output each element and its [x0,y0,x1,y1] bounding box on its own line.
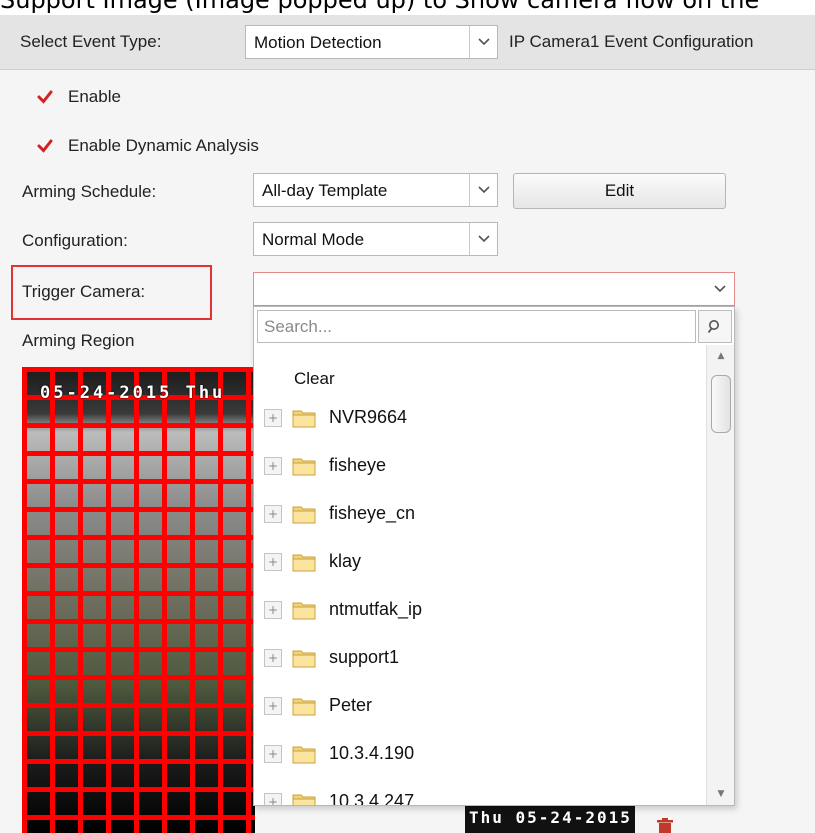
tree-item-label: NVR9664 [329,407,408,427]
search-input[interactable] [258,311,695,342]
checkmark-icon [37,90,53,104]
folder-icon [292,506,316,524]
event-type-value: Motion Detection [254,33,382,52]
clear-option[interactable]: Clear [294,369,335,389]
trigger-camera-dropdown: Clear + NVR9664 + fisheye + fisheye_cn + klay + n… [253,306,735,806]
enable-dynamic-checkbox[interactable] [35,136,55,156]
scroll-down-icon[interactable]: ▼ [707,783,734,805]
expand-icon[interactable]: + [264,793,282,805]
tree-item-label: Peter [329,695,373,715]
video-osd-bottom: Thu 05-24-2015 07:40 [465,805,635,833]
folder-icon [292,554,316,572]
search-icon [707,319,719,333]
chevron-down-icon[interactable] [469,26,497,58]
enable-checkbox[interactable] [35,87,55,107]
enable-label: Enable [68,87,121,106]
tree-item-label: support1 [329,647,400,667]
tree-item[interactable]: + fisheye [254,447,704,487]
expand-icon[interactable]: + [264,409,282,427]
expand-icon[interactable]: + [264,601,282,619]
expand-icon[interactable]: + [264,697,282,715]
trigger-camera-select[interactable] [253,272,735,306]
event-type-bar: Select Event Type: Motion Detection IP C… [0,15,815,70]
chevron-down-icon[interactable] [706,273,734,305]
config-title: IP Camera1 Event Configuration [509,32,754,51]
chevron-down-icon[interactable] [469,223,497,255]
search-button[interactable] [698,310,732,343]
cropped-caption-text: Support Image (Image popped up) to Show … [0,0,760,14]
scrollbar-thumb[interactable] [711,375,731,433]
configuration-select[interactable]: Normal Mode [253,222,498,256]
edit-button[interactable]: Edit [513,173,726,209]
expand-icon[interactable]: + [264,745,282,763]
tree-item[interactable]: + NVR9664 [254,399,704,439]
tree-item[interactable]: + klay [254,543,704,583]
tree-item-label: 10.3.4.247 [329,791,415,806]
expand-icon[interactable]: + [264,505,282,523]
chevron-down-icon[interactable] [469,174,497,206]
search-field[interactable] [257,310,696,343]
tree-item[interactable]: + Peter [254,687,704,727]
expand-icon[interactable]: + [264,649,282,667]
tree-item-label: klay [329,551,362,571]
tree-item[interactable]: + fisheye_cn [254,495,704,535]
tree-item[interactable]: +10.3.4.247 [254,783,704,806]
folder-icon [292,698,316,716]
arming-schedule-label: Arming Schedule: [22,182,157,201]
enable-dynamic-label: Enable Dynamic Analysis [68,136,259,155]
expand-icon[interactable]: + [264,553,282,571]
tree-item-label: fisheye_cn [329,503,416,523]
dropdown-scrollbar[interactable]: ▲ ▼ [706,345,734,805]
camera-tree-list: Clear + NVR9664 + fisheye + fisheye_cn + klay + n… [254,347,704,806]
folder-icon [292,458,316,476]
arming-schedule-select[interactable]: All-day Template [253,173,498,207]
camera-preview[interactable]: 05-24-2015 Thu [22,367,255,833]
tree-item[interactable]: + ntmutfak_ip [254,591,704,631]
tree-item-label: fisheye [329,455,387,475]
tree-item-label: 10.3.4.190 [329,743,415,763]
configuration-label: Configuration: [22,231,128,250]
expand-icon[interactable]: + [264,457,282,475]
tree-item[interactable]: + support1 [254,639,704,679]
trigger-camera-label: Trigger Camera: [22,282,146,301]
tree-item-label: ntmutfak_ip [329,599,423,619]
motion-grid-overlay[interactable] [22,367,255,833]
folder-icon [292,650,316,668]
tree-item[interactable]: +10.3.4.190 [254,735,704,775]
checkmark-icon [37,139,53,153]
folder-icon [292,746,316,764]
configuration-value: Normal Mode [262,230,365,249]
trash-icon[interactable] [655,818,675,833]
event-type-select[interactable]: Motion Detection [245,25,498,59]
arming-region-label: Arming Region [22,331,135,350]
video-osd-timestamp: 05-24-2015 Thu [40,383,226,403]
arming-schedule-value: All-day Template [262,181,388,200]
event-type-label: Select Event Type: [20,32,162,51]
scroll-up-icon[interactable]: ▲ [707,345,734,367]
folder-icon [292,410,316,428]
folder-icon [292,794,316,805]
folder-icon [292,602,316,620]
